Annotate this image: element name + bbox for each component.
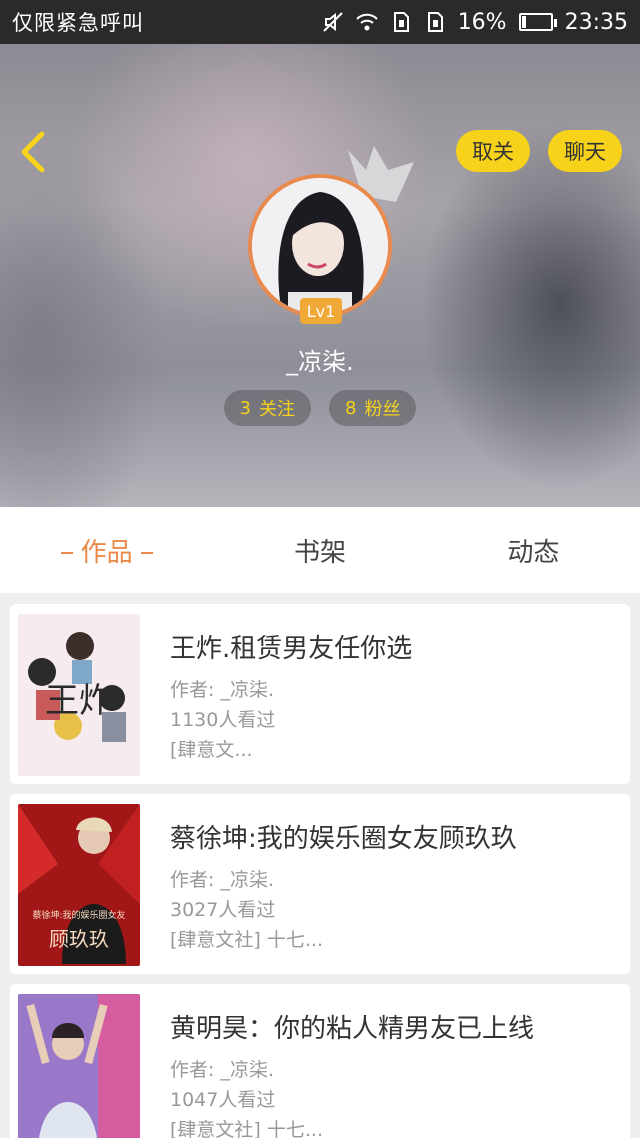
avatar-image: [252, 178, 388, 314]
fans-label: 粉丝: [364, 399, 401, 420]
work-info: 蔡徐坤:我的娱乐圈女友顾玖玖 作者: _凉柒. 3027人看过 [肆意文社] 十…: [170, 804, 517, 955]
work-author: 作者: _凉柒.: [170, 679, 274, 701]
unfollow-button[interactable]: 取关: [456, 130, 530, 172]
following-label: 关注: [259, 399, 295, 420]
tab-bookshelf[interactable]: 书架: [213, 532, 426, 569]
tab-activity[interactable]: 动态: [427, 532, 640, 569]
work-views: 1130人看过: [170, 709, 276, 731]
cover-art-photo: 蔡徐坤:我的娱乐圈女友 顾玖玖: [18, 804, 140, 966]
tab-bookshelf-label: 书架: [293, 537, 346, 568]
work-card[interactable]: 王炸 王炸.租赁男友任你选 作者: _凉柒. 1130人看过 [肆意文...: [10, 604, 630, 784]
work-card[interactable]: 蔡徐坤:我的娱乐圈女友 顾玖玖 蔡徐坤:我的娱乐圈女友顾玖玖 作者: _凉柒. …: [10, 794, 630, 974]
work-info: 王炸.租赁男友任你选 作者: _凉柒. 1130人看过 [肆意文...: [170, 614, 412, 765]
fans-pill[interactable]: 8 粉丝: [329, 390, 417, 426]
battery-percent: 16%: [457, 9, 507, 35]
work-desc: [肆意文...: [170, 739, 253, 761]
book-cover: 王炸: [18, 614, 140, 776]
tab-activity-label: 动态: [507, 537, 560, 568]
work-desc: [肆意文社] 十七...: [170, 1119, 323, 1138]
book-cover: [18, 994, 140, 1138]
tab-active-dash-right: [140, 552, 153, 554]
level-badge: Lv1: [300, 298, 342, 324]
work-views: 3027人看过: [170, 899, 276, 921]
following-pill[interactable]: 3 关注: [223, 390, 311, 426]
chevron-left-icon: [21, 131, 45, 173]
clock: 23:35: [564, 9, 628, 35]
cover-art-photo: [18, 994, 140, 1138]
status-bar: 仅限紧急呼叫 16% 23:35: [0, 0, 640, 44]
following-count: 3: [239, 397, 251, 419]
carrier-text: 仅限紧急呼叫: [12, 11, 144, 35]
work-author: 作者: _凉柒.: [170, 869, 274, 891]
profile-tabs: 作品 书架 动态: [0, 507, 640, 593]
work-title: 蔡徐坤:我的娱乐圈女友顾玖玖: [170, 824, 517, 854]
fans-count: 8: [345, 397, 357, 419]
cover-text: 蔡徐坤:我的娱乐圈女友: [32, 909, 125, 921]
tab-works[interactable]: 作品: [0, 532, 213, 569]
works-list: 王炸 王炸.租赁男友任你选 作者: _凉柒. 1130人看过 [肆意文... 蔡…: [10, 604, 630, 1138]
status-icons: 16% 23:35: [322, 10, 628, 35]
tab-works-label: 作品: [80, 537, 133, 568]
work-author: 作者: _凉柒.: [170, 1059, 274, 1081]
work-card[interactable]: 黄明昊：你的粘人精男友已上线 作者: _凉柒. 1047人看过 [肆意文社] 十…: [10, 984, 630, 1138]
tab-active-dash-left: [60, 552, 73, 554]
chat-button[interactable]: 聊天: [548, 130, 622, 172]
back-button[interactable]: [16, 128, 56, 176]
sim2-icon: [424, 11, 446, 33]
avatar[interactable]: [248, 174, 392, 318]
work-title: 黄明昊：你的粘人精男友已上线: [170, 1014, 535, 1044]
battery-fill: [521, 16, 526, 28]
username: _凉柒.: [286, 348, 354, 376]
work-views: 1047人看过: [170, 1089, 276, 1111]
stats-row: 3 关注 8 粉丝: [0, 390, 640, 426]
profile-header: 取关 聊天 Lv1 _凉柒. 3 关注 8 粉丝: [0, 44, 640, 507]
work-desc: [肆意文社] 十七...: [170, 929, 323, 951]
work-title: 王炸.租赁男友任你选: [170, 634, 413, 664]
battery-icon: [518, 13, 557, 31]
wifi-icon: [355, 11, 378, 33]
mute-icon: [322, 11, 344, 33]
work-info: 黄明昊：你的粘人精男友已上线 作者: _凉柒. 1047人看过 [肆意文社] 十…: [170, 994, 534, 1138]
cover-title: 顾玖玖: [49, 927, 109, 951]
cover-text: 王炸: [45, 681, 113, 721]
sim1-icon: [390, 11, 412, 33]
top-actions: 取关 聊天: [456, 130, 622, 172]
cover-art-cartoon: 王炸: [18, 614, 140, 776]
book-cover: 蔡徐坤:我的娱乐圈女友 顾玖玖: [18, 804, 140, 966]
